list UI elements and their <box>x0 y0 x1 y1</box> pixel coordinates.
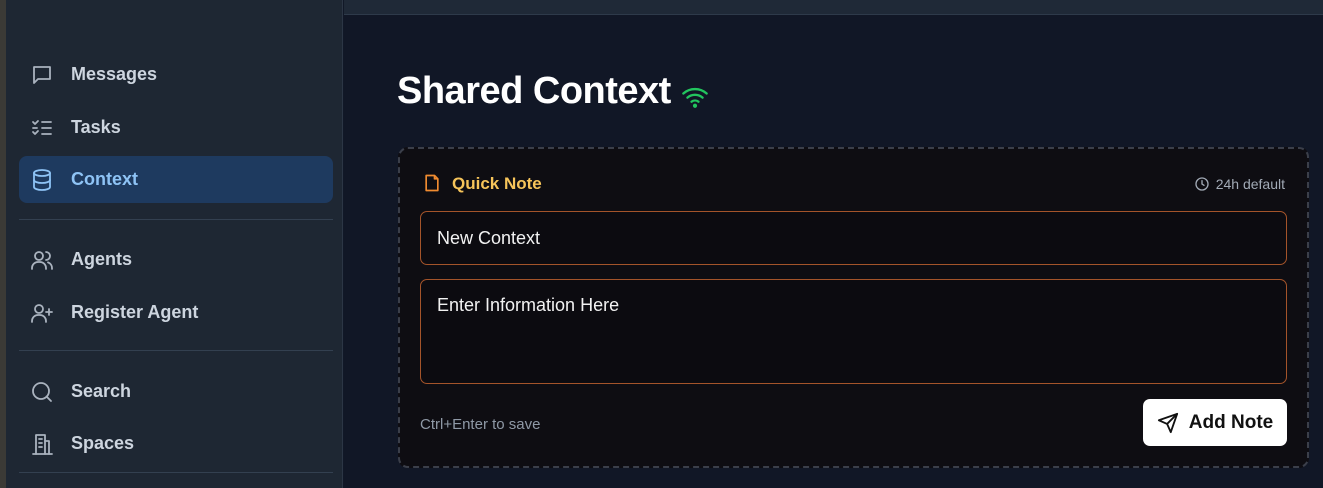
note-body-textarea[interactable]: Enter Information Here <box>420 279 1287 384</box>
sidebar-item-label: Agents <box>71 249 133 269</box>
sidebar-item-label: Tasks <box>71 117 121 137</box>
file-icon <box>422 173 444 195</box>
sidebar-item-label: Spaces <box>71 433 135 453</box>
save-shortcut-hint: Ctrl+Enter to save <box>420 416 541 433</box>
sidebar-item-tasks[interactable]: Tasks <box>19 104 333 151</box>
page-title: Shared Context <box>397 70 709 113</box>
sidebar-item-messages[interactable]: Messages <box>19 51 333 98</box>
page-title-text: Shared Context <box>397 70 671 112</box>
sidebar-item-label: Context <box>71 169 138 189</box>
quick-note-card: Quick Note 24h default New Context Enter… <box>398 147 1309 468</box>
sidebar-divider <box>19 472 333 473</box>
add-note-button[interactable]: Add Note <box>1143 399 1287 446</box>
list-checks-icon <box>29 115 55 141</box>
wifi-icon <box>681 78 709 108</box>
sidebar-item-register-agent[interactable]: Register Agent <box>19 289 333 336</box>
note-title-input[interactable]: New Context <box>420 211 1287 265</box>
clock-icon <box>1195 177 1209 191</box>
sidebar-item-label: Search <box>71 381 132 401</box>
expiry-meta-text: 24h default <box>1215 176 1285 192</box>
sidebar: Messages Tasks Context Agents Register A… <box>6 0 343 488</box>
users-icon <box>29 247 55 273</box>
database-icon <box>29 167 55 193</box>
quick-note-title: Quick Note <box>452 174 542 193</box>
building-icon <box>29 431 55 457</box>
expiry-meta: 24h default <box>1194 176 1285 192</box>
sidebar-divider <box>19 350 333 351</box>
sidebar-item-spaces[interactable]: Spaces <box>19 420 333 467</box>
top-bar <box>344 0 1323 15</box>
sidebar-item-label: Messages <box>71 64 158 84</box>
message-square-icon <box>29 62 55 88</box>
sidebar-item-label: Register Agent <box>71 302 199 322</box>
sidebar-item-search[interactable]: Search <box>19 368 333 415</box>
send-icon <box>1157 412 1178 433</box>
sidebar-item-agents[interactable]: Agents <box>19 236 333 283</box>
search-icon <box>29 379 55 405</box>
sidebar-divider <box>19 219 333 220</box>
sidebar-item-context[interactable]: Context <box>19 156 333 203</box>
add-note-button-label: Add Note <box>1188 411 1274 433</box>
user-plus-icon <box>29 300 55 326</box>
